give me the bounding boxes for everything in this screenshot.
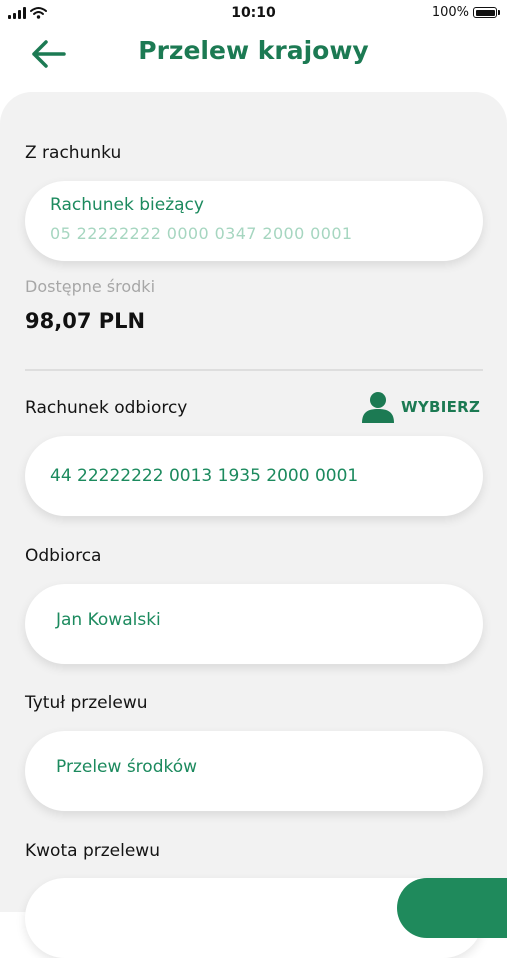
from-account-selector[interactable]: Rachunek bieżący 05 22222222 0000 0347 2…	[25, 181, 483, 261]
recipient-label: Odbiorca	[25, 546, 102, 566]
transfer-title-value: Przelew środków	[56, 757, 198, 777]
recipient-account-input[interactable]: 44 22222222 0013 1935 2000 0001	[25, 436, 483, 516]
battery-icon	[473, 7, 500, 18]
recipient-account-label: Rachunek odbiorcy	[25, 398, 188, 418]
choose-recipient-label: WYBIERZ	[401, 398, 481, 416]
from-account-label: Z rachunku	[25, 143, 122, 163]
recipient-account-value: 44 22222222 0013 1935 2000 0001	[50, 466, 359, 486]
amount-label: Kwota przelewu	[25, 841, 160, 861]
page-title: Przelew krajowy	[138, 36, 369, 65]
status-bar: 10:10 100%	[0, 0, 507, 28]
choose-recipient-button[interactable]: WYBIERZ	[360, 390, 480, 424]
transfer-title-input[interactable]: Przelew środków	[25, 731, 483, 811]
divider	[25, 369, 483, 371]
recipient-value: Jan Kowalski	[56, 610, 161, 630]
from-account-number: 05 22222222 0000 0347 2000 0001	[50, 224, 353, 243]
from-account-name: Rachunek bieżący	[50, 195, 204, 215]
available-funds-amount: 98,07 PLN	[25, 309, 146, 333]
battery-status: 100%	[431, 5, 500, 20]
recipient-input[interactable]: Jan Kowalski	[25, 584, 483, 664]
person-icon	[362, 392, 394, 423]
transfer-title-label: Tytuł przelewu	[25, 693, 148, 713]
header: Przelew krajowy	[0, 28, 507, 88]
currency-button[interactable]	[397, 878, 507, 938]
battery-percent: 100%	[431, 5, 469, 20]
transfer-form-card: Z rachunku Rachunek bieżący 05 22222222 …	[0, 92, 507, 958]
available-funds-label: Dostępne środki	[25, 277, 156, 296]
